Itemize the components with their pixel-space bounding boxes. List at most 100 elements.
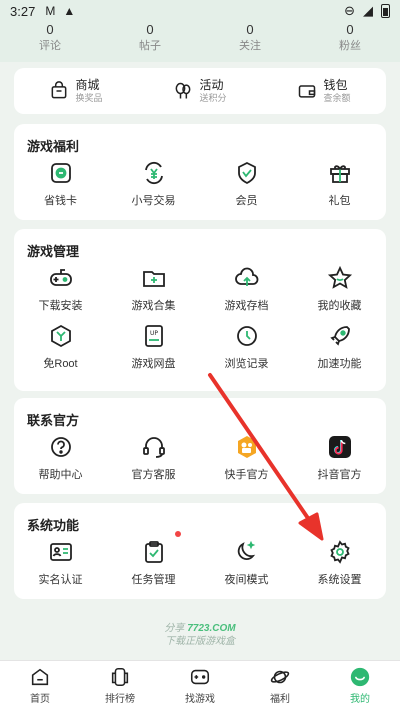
yen-exchange-icon	[144, 161, 163, 185]
manage-item-download[interactable]: 下载安装	[14, 261, 107, 319]
tab-label: 找游戏	[185, 694, 215, 705]
tab-ranking[interactable]: 排行榜	[80, 661, 160, 710]
item-label: 夜间模式	[224, 574, 269, 586]
official-item-kuaishou[interactable]: 快手官方	[200, 430, 293, 488]
notification-dot	[175, 531, 181, 537]
section-title: 游戏管理	[27, 244, 80, 259]
quick-link-subtitle: 送积分	[199, 93, 227, 103]
section-title: 联系官方	[27, 413, 80, 428]
tab-label: 我的	[350, 694, 370, 705]
item-label: 快手官方	[224, 469, 269, 481]
share-brand: 7723.COM	[187, 623, 236, 634]
stat-following[interactable]: 0 关注	[200, 22, 300, 62]
tab-welfare[interactable]: 福利	[240, 661, 320, 710]
stat-label: 粉丝	[339, 40, 361, 52]
tab-find-game[interactable]: 找游戏	[160, 661, 240, 710]
kuaishou-icon	[237, 436, 256, 458]
manage-item-accelerator[interactable]: 加速功能	[293, 319, 386, 377]
folder-plus-icon	[142, 271, 165, 287]
section-title: 系统功能	[27, 518, 80, 533]
tab-mine[interactable]: 我的	[320, 661, 400, 710]
quick-link-activity[interactable]: 活动 送积分	[138, 78, 262, 104]
item-label: 浏览记录	[224, 358, 269, 370]
system-item-settings[interactable]: 系统设置	[293, 535, 386, 593]
coupon-icon	[50, 163, 71, 183]
headset-icon	[142, 437, 165, 458]
manage-item-save-data[interactable]: 游戏存档	[200, 261, 293, 319]
section-game-management: 游戏管理 下载安装 游戏合集 游戏存档 我的收藏 免Root UP 游戏网盘 浏…	[14, 229, 386, 391]
quick-links-card: 商城 换奖品 活动 送积分 钱包 查余额	[14, 68, 386, 114]
warning-icon: ▲	[63, 4, 76, 18]
item-label: 任务管理	[131, 574, 176, 586]
item-label: 我的收藏	[317, 300, 362, 312]
manage-item-collection[interactable]: 游戏合集	[107, 261, 200, 319]
gmail-icon: M	[45, 4, 56, 18]
signal-icon: ◢	[363, 3, 373, 18]
item-label: 游戏存档	[224, 300, 269, 312]
id-card-icon	[49, 543, 72, 561]
wallet-icon	[299, 85, 316, 98]
stat-label: 关注	[239, 40, 261, 52]
quick-link-wallet[interactable]: 钱包 查余额	[262, 78, 386, 104]
help-icon	[50, 437, 71, 457]
item-label: 省钱卡	[44, 195, 77, 207]
manage-item-no-root[interactable]: 免Root	[14, 319, 107, 377]
hexagon-y-icon	[50, 324, 71, 348]
item-label: 会员	[235, 195, 258, 207]
clipboard-check-icon	[144, 541, 163, 563]
gear-icon	[329, 540, 350, 564]
section-game-welfare: 游戏福利 省钱卡 小号交易 会员 礼包	[14, 124, 386, 220]
item-label: 小号交易	[131, 195, 176, 207]
item-label: 帮助中心	[38, 469, 83, 481]
tab-label: 首页	[30, 694, 50, 705]
official-item-customer-service[interactable]: 官方客服	[107, 430, 200, 488]
home-icon	[31, 668, 49, 686]
item-label: 下载安装	[38, 300, 83, 312]
quick-link-title: 活动	[199, 78, 224, 92]
stat-fans[interactable]: 0 粉丝	[300, 22, 400, 62]
planet-icon	[270, 670, 290, 684]
stat-comments[interactable]: 0 评论	[0, 22, 100, 62]
game-controller-icon	[190, 669, 210, 685]
welfare-item-savings-card[interactable]: 省钱卡	[14, 156, 107, 214]
stat-label: 评论	[39, 40, 61, 52]
gamepad-icon	[49, 269, 72, 286]
item-label: 游戏网盘	[131, 358, 176, 370]
quick-link-mall[interactable]: 商城 换奖品	[14, 78, 138, 104]
dnd-icon: ⊖	[344, 3, 355, 18]
welfare-item-vip[interactable]: 会员	[200, 156, 293, 214]
manage-item-history[interactable]: 浏览记录	[200, 319, 293, 377]
section-title: 游戏福利	[27, 139, 80, 154]
manage-item-favorites[interactable]: 我的收藏	[293, 261, 386, 319]
up-disk-icon: UP	[144, 325, 163, 347]
stat-value: 0	[346, 22, 354, 37]
share-footer: 分享 7723.COM 下载正版游戏盒	[0, 622, 400, 648]
official-item-help-center[interactable]: 帮助中心	[14, 430, 107, 488]
quick-link-subtitle: 换奖品	[75, 93, 103, 103]
stat-label: 帖子	[139, 40, 161, 52]
tab-home[interactable]: 首页	[0, 661, 80, 710]
welfare-item-account-trade[interactable]: 小号交易	[107, 156, 200, 214]
system-item-task-manager[interactable]: 任务管理	[107, 535, 200, 593]
tab-label: 排行榜	[105, 694, 135, 705]
rocket-icon	[329, 326, 350, 346]
welfare-item-gift-pack[interactable]: 礼包	[293, 156, 386, 214]
quick-link-title: 商城	[75, 78, 100, 92]
manage-item-cloud-disk[interactable]: UP 游戏网盘	[107, 319, 200, 377]
official-item-douyin[interactable]: 抖音官方	[293, 430, 386, 488]
share-prefix: 分享	[164, 623, 185, 634]
system-item-night-mode[interactable]: 夜间模式	[200, 535, 293, 593]
shopping-bag-icon	[52, 81, 67, 99]
section-contact-official: 联系官方 帮助中心 官方客服 快手官方 抖音官方	[14, 398, 386, 494]
cloud-upload-icon	[234, 267, 258, 286]
system-item-real-name-auth[interactable]: 实名认证	[14, 535, 107, 593]
item-label: 实名认证	[38, 574, 83, 586]
item-label: 系统设置	[317, 574, 362, 586]
ranking-icon	[111, 667, 129, 687]
moon-icon	[237, 540, 255, 560]
stat-posts[interactable]: 0 帖子	[100, 22, 200, 62]
vip-shield-icon	[237, 161, 256, 185]
status-time: 3:27	[10, 3, 36, 19]
item-label: 官方客服	[131, 469, 176, 481]
stat-value: 0	[246, 22, 254, 37]
